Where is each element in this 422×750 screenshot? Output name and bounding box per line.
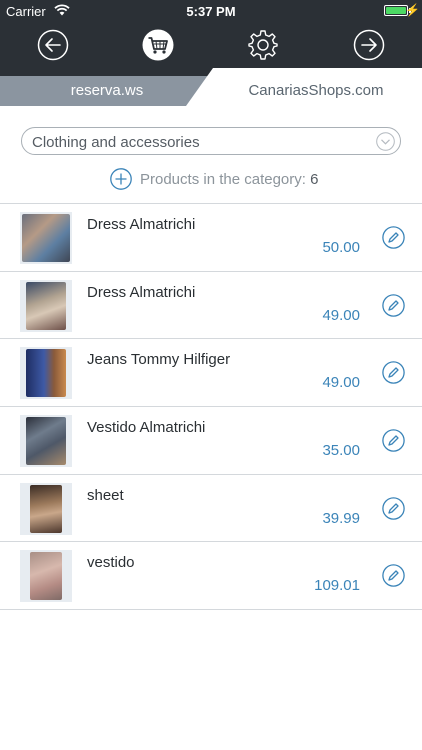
products-count-label: Products in the category: [140,171,306,188]
pencil-icon [382,564,405,588]
edit-product-button[interactable] [382,429,405,452]
product-price: 109.01 [314,577,360,595]
back-button[interactable] [37,29,69,61]
edit-product-button[interactable] [382,226,405,249]
pencil-icon [382,226,405,249]
charging-bolt-icon: ⚡ [405,3,420,17]
settings-button[interactable] [247,29,279,61]
site-tabs: reserva.ws CanariasShops.com [0,68,422,106]
category-select-value: Clothing and accessories [32,134,200,151]
product-name: Dress Almatrichi [87,216,196,233]
arrow-left-circle-icon [37,29,69,61]
gear-icon [248,30,278,60]
edit-product-button[interactable] [382,496,405,520]
list-item[interactable]: Jeans Tommy Hilfiger 49.00 [0,339,422,408]
edit-product-button[interactable] [382,361,405,385]
product-price: 49.00 [322,306,360,324]
toolbar [0,22,422,68]
arrow-right-circle-icon [353,29,385,61]
product-price: 39.99 [322,509,360,527]
list-item[interactable]: Dress Almatrichi 50.00 [0,204,422,272]
product-price: 35.00 [322,442,360,460]
product-thumbnail [20,279,72,332]
cart-button[interactable] [142,29,174,61]
product-name: vestido [87,554,135,572]
product-thumbnail [20,212,72,264]
product-thumbnail [20,482,72,535]
product-list: Dress Almatrichi 50.00 Dress Almatrichi … [0,203,422,611]
tab-canariasshops-label: CanariasShops.com [248,82,384,99]
plus-circle-icon [110,168,132,190]
product-price: 50.00 [322,239,360,256]
product-thumbnail [20,415,72,468]
pencil-icon [382,429,405,452]
forward-button[interactable] [353,29,385,61]
product-thumbnail [20,347,72,400]
pencil-icon [382,496,405,520]
clock: 5:37 PM [186,4,236,19]
add-product-button[interactable] [110,168,132,190]
product-name: Dress Almatrichi [87,283,196,301]
list-item[interactable]: sheet 39.99 [0,475,422,543]
edit-product-button[interactable] [382,293,405,317]
category-select[interactable]: Clothing and accessories [21,127,401,155]
list-item[interactable]: vestido 109.01 [0,542,422,611]
edit-product-button[interactable] [382,564,405,588]
pencil-icon [382,293,405,317]
chevron-down-icon [376,132,395,151]
product-thumbnail [20,550,72,603]
list-item[interactable]: Dress Almatrichi 49.00 [0,272,422,340]
product-name: sheet [87,486,124,504]
pencil-icon [382,361,405,385]
products-count-text: Products in the category: 6 [140,171,318,188]
product-price: 49.00 [322,374,360,392]
list-item[interactable]: Vestido Almatrichi 35.00 [0,407,422,475]
shopping-cart-icon [142,29,174,61]
product-name: Vestido Almatrichi [87,419,206,437]
product-name: Jeans Tommy Hilfiger [87,351,231,369]
products-count-value: 6 [310,171,319,188]
status-bar: Carrier 5:37 PM ⚡ [0,0,422,22]
